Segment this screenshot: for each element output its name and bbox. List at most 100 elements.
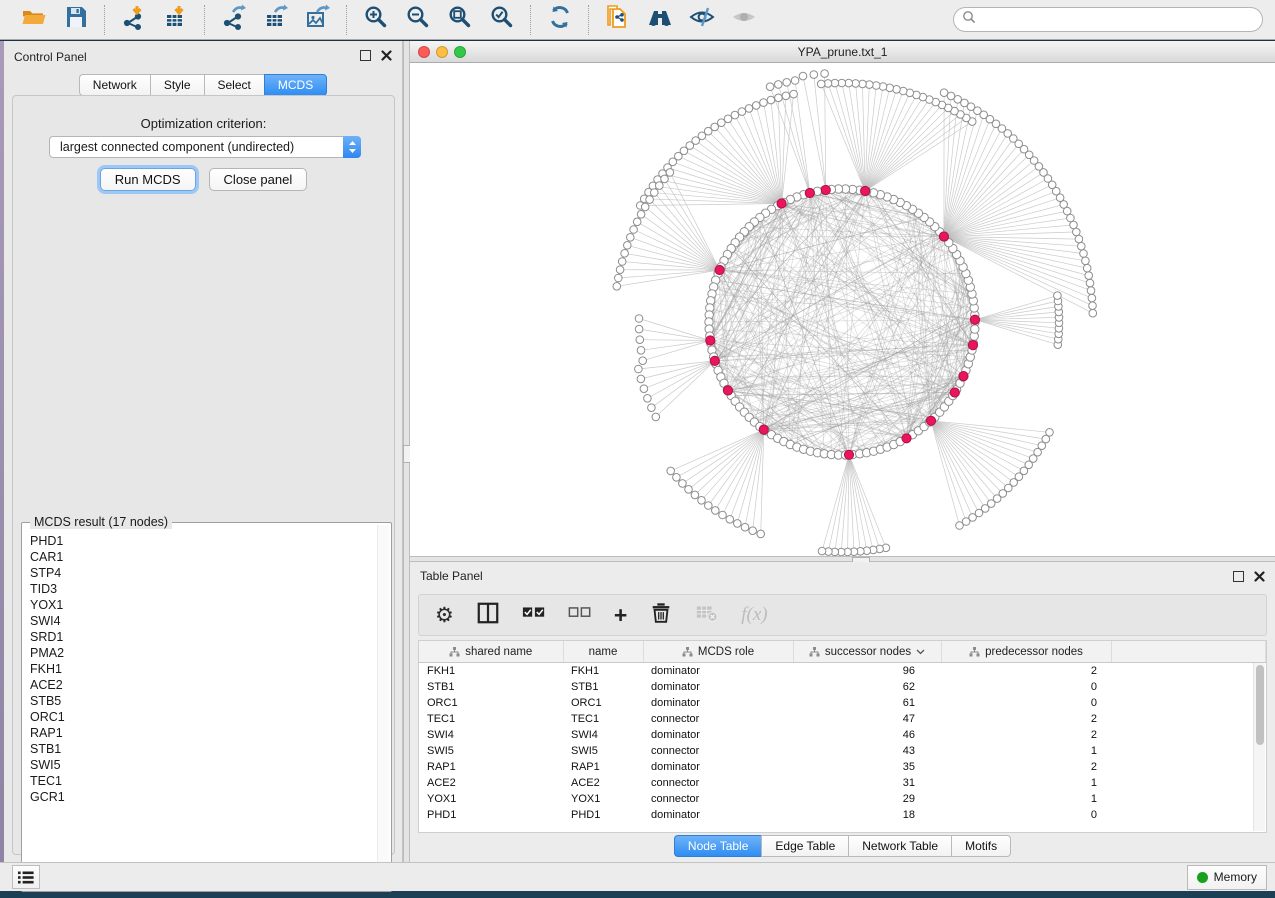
graph-leaf-node[interactable] (651, 189, 659, 197)
graph-hub-node[interactable] (710, 356, 719, 365)
mcds-result-item[interactable]: SRD1 (30, 629, 377, 645)
cell-shared-name[interactable]: STB1 (419, 679, 563, 695)
cell-successor-nodes[interactable]: 35 (793, 759, 941, 775)
graph-hub-node[interactable] (939, 232, 948, 241)
cell-successor-nodes[interactable]: 47 (793, 711, 941, 727)
column-header-name[interactable]: name (563, 641, 643, 663)
graph-leaf-node[interactable] (640, 385, 648, 393)
mcds-result-item[interactable]: PMA2 (30, 645, 377, 661)
cell-predecessor-nodes[interactable]: 2 (941, 759, 1111, 775)
cell-successor-nodes[interactable]: 61 (793, 695, 941, 711)
zoom-out-button[interactable] (404, 6, 432, 34)
cell-successor-nodes[interactable]: 18 (793, 807, 941, 823)
graph-leaf-node[interactable] (1082, 257, 1090, 265)
graph-leaf-node[interactable] (1087, 287, 1095, 295)
cell-MCDS-role[interactable]: connector (643, 775, 793, 791)
network-window-titlebar[interactable]: YPA_prune.txt_1 (410, 41, 1275, 63)
graph-hub-node[interactable] (844, 450, 853, 459)
select-all-rows-button[interactable] (522, 602, 546, 628)
cell-predecessor-nodes[interactable]: 0 (941, 807, 1111, 823)
graph-leaf-node[interactable] (775, 94, 783, 102)
graph-leaf-node[interactable] (621, 250, 629, 258)
graph-hub-node[interactable] (926, 416, 935, 425)
close-panel-icon[interactable] (381, 50, 392, 61)
graph-hub-node[interactable] (861, 186, 870, 195)
graph-leaf-node[interactable] (698, 497, 706, 505)
zoom-in-button[interactable] (362, 6, 390, 34)
table-scrollbar[interactable] (1253, 663, 1265, 831)
cell-predecessor-nodes[interactable]: 2 (941, 711, 1111, 727)
table-scrollbar-thumb[interactable] (1256, 665, 1264, 745)
graph-hub-node[interactable] (777, 199, 786, 208)
cell-predecessor-nodes[interactable]: 1 (941, 743, 1111, 759)
graph-leaf-node[interactable] (637, 211, 645, 219)
graph-leaf-node[interactable] (635, 325, 643, 333)
mcds-result-item[interactable]: FKH1 (30, 661, 377, 677)
graph-leaf-node[interactable] (712, 507, 720, 515)
graph-leaf-node[interactable] (741, 523, 749, 531)
new-network-from-selection-button[interactable] (604, 6, 632, 34)
mcds-result-item[interactable]: GCR1 (30, 789, 377, 805)
graph-leaf-node[interactable] (752, 102, 760, 110)
deselect-all-rows-button[interactable] (568, 602, 592, 628)
graph-hub-node[interactable] (968, 341, 977, 350)
graph-leaf-node[interactable] (783, 79, 791, 87)
cell-shared-name[interactable]: TEC1 (419, 711, 563, 727)
mcds-result-item[interactable]: SWI5 (30, 757, 377, 773)
graph-leaf-node[interactable] (630, 226, 638, 234)
graph-leaf-node[interactable] (738, 108, 746, 116)
close-panel-button[interactable]: Close panel (209, 168, 308, 191)
cell-predecessor-nodes[interactable]: 0 (941, 695, 1111, 711)
cell-name[interactable]: TEC1 (563, 711, 643, 727)
graph-leaf-node[interactable] (766, 83, 774, 91)
graph-leaf-node[interactable] (666, 169, 674, 177)
graph-leaf-node[interactable] (648, 404, 656, 412)
graph-leaf-node[interactable] (624, 242, 632, 250)
cell-shared-name[interactable]: ORC1 (419, 695, 563, 711)
cell-name[interactable]: YOX1 (563, 791, 643, 807)
graph-hub-node[interactable] (950, 388, 959, 397)
graph-hub-node[interactable] (970, 315, 979, 324)
graph-leaf-node[interactable] (646, 196, 654, 204)
cell-shared-name[interactable]: PHD1 (419, 807, 563, 823)
graph-leaf-node[interactable] (616, 266, 624, 274)
cell-shared-name[interactable]: YOX1 (419, 791, 563, 807)
table-row[interactable]: SWI4SWI4dominator462 (419, 727, 1266, 743)
memory-button[interactable]: Memory (1187, 865, 1267, 890)
table-tab-motifs[interactable]: Motifs (951, 835, 1011, 857)
import-table-button[interactable] (162, 6, 190, 34)
export-table-button[interactable] (262, 6, 290, 34)
vertical-splitter[interactable] (403, 41, 410, 862)
graph-hub-node[interactable] (902, 434, 911, 443)
cell-shared-name[interactable]: SWI5 (419, 743, 563, 759)
show-panels-menu-button[interactable] (12, 865, 40, 889)
graph-leaf-node[interactable] (1083, 264, 1091, 272)
zoom-selected-button[interactable] (488, 6, 516, 34)
cell-name[interactable]: ORC1 (563, 695, 643, 711)
graph-leaf-node[interactable] (705, 502, 713, 510)
graph-leaf-node[interactable] (719, 511, 727, 519)
first-neighbors-button[interactable] (646, 6, 674, 34)
graph-leaf-node[interactable] (627, 234, 635, 242)
graph-leaf-node[interactable] (618, 258, 626, 266)
add-column-button[interactable]: + (614, 602, 627, 628)
cell-MCDS-role[interactable]: connector (643, 711, 793, 727)
graph-leaf-node[interactable] (817, 80, 825, 88)
export-image-button[interactable] (304, 6, 332, 34)
mcds-result-item[interactable]: CAR1 (30, 549, 377, 565)
graph-hub-node[interactable] (821, 185, 830, 194)
mcds-result-item[interactable]: ORC1 (30, 709, 377, 725)
cell-shared-name[interactable]: RAP1 (419, 759, 563, 775)
graph-leaf-node[interactable] (726, 516, 734, 524)
graph-leaf-node[interactable] (1088, 294, 1096, 302)
cell-successor-nodes[interactable]: 96 (793, 663, 941, 680)
table-tab-edge-table[interactable]: Edge Table (761, 835, 848, 857)
graph-node[interactable] (971, 325, 979, 333)
mcds-list-scrollbar[interactable] (377, 525, 389, 889)
graph-leaf-node[interactable] (644, 395, 652, 403)
graph-leaf-node[interactable] (799, 72, 807, 80)
tab-select[interactable]: Select (204, 74, 264, 96)
mcds-result-item[interactable]: RAP1 (30, 725, 377, 741)
graph-leaf-node[interactable] (775, 81, 783, 89)
graph-leaf-node[interactable] (810, 71, 818, 79)
